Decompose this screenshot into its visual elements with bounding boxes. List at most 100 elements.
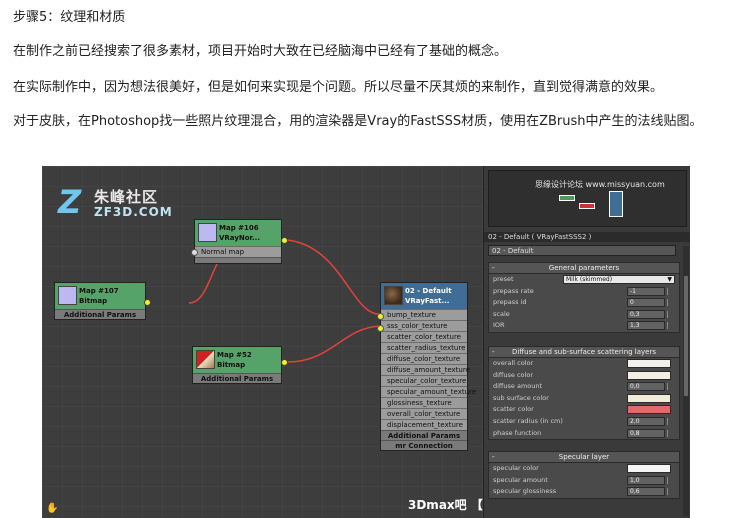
material-thumbnail bbox=[384, 286, 403, 305]
material-slot[interactable]: glossiness_texture bbox=[381, 397, 467, 408]
material-slot[interactable]: specular_color_texture bbox=[381, 375, 467, 386]
input-port-sss[interactable] bbox=[377, 325, 384, 332]
material-slot[interactable]: sss_color_texture bbox=[381, 320, 467, 331]
spinner-field[interactable]: 2,0 bbox=[627, 416, 665, 426]
specular-header[interactable]: - Specular layer bbox=[489, 452, 679, 463]
color-swatch[interactable] bbox=[627, 405, 671, 415]
spinner-field[interactable]: 0,8 bbox=[627, 428, 665, 438]
navigator-preview[interactable]: 思缘设计论坛 www.missyuan.com bbox=[488, 170, 687, 227]
material-slot[interactable]: specular_amount_texture bbox=[381, 386, 476, 397]
spinner-field[interactable]: 1,0 bbox=[627, 475, 665, 485]
preset-row: preset Milk (skimmed) ▼ bbox=[489, 274, 679, 286]
output-port[interactable] bbox=[281, 359, 288, 366]
bitmap-thumbnail bbox=[58, 286, 77, 305]
material-name-field[interactable]: 02 - Default bbox=[488, 245, 676, 256]
node-map106-subtitle: VRayNor... bbox=[219, 234, 260, 242]
chevron-down-icon: ▼ bbox=[667, 276, 672, 283]
spinner-field[interactable]: 1,3 bbox=[627, 321, 665, 331]
general-parameters-header[interactable]: - General parameters bbox=[489, 263, 679, 274]
param-label: diffuse color bbox=[493, 370, 533, 379]
param-row: overall color bbox=[489, 358, 679, 370]
param-label: scatter radius (in cm) bbox=[493, 416, 563, 425]
input-port[interactable] bbox=[191, 249, 198, 256]
spinner-field[interactable]: 0,6 bbox=[627, 487, 665, 497]
spinner-arrows[interactable] bbox=[667, 322, 672, 330]
param-label: scale bbox=[493, 309, 510, 318]
material-node-title: 02 - Default bbox=[405, 287, 452, 295]
material-slot[interactable]: bump_texture bbox=[381, 309, 467, 320]
step-title: 步骤5：纹理和材质 bbox=[13, 10, 126, 25]
node-map52-footer[interactable]: Additional Params bbox=[193, 373, 281, 383]
material-slot[interactable]: scatter_radius_texture bbox=[381, 342, 467, 353]
spinner-arrows[interactable] bbox=[667, 429, 672, 437]
param-row: scatter color bbox=[489, 404, 679, 416]
diffuse-sss-rollout: - Diffuse and sub-surface scattering laye… bbox=[488, 346, 680, 441]
spinner-field[interactable]: -1 bbox=[627, 286, 665, 296]
logo-mark: Z bbox=[58, 183, 82, 221]
spinner-arrows[interactable] bbox=[667, 310, 672, 318]
material-slot[interactable]: overall_color_texture bbox=[381, 408, 467, 419]
general-parameters-rollout: - General parameters preset Milk (skimmed… bbox=[488, 262, 680, 333]
preview-watermark: 思缘设计论坛 www.missyuan.com bbox=[535, 180, 665, 189]
node-map106-slot[interactable]: Normal map bbox=[195, 246, 281, 257]
specular-header-label: Specular layer bbox=[558, 453, 610, 461]
preview-node bbox=[559, 195, 575, 201]
logo-cn-text: 朱峰社区 bbox=[94, 188, 159, 206]
node-map107-footer[interactable]: Additional Params bbox=[55, 309, 145, 319]
material-slot[interactable]: scatter_color_texture bbox=[381, 331, 467, 342]
param-label: specular glossiness bbox=[493, 487, 557, 496]
material-slot[interactable]: displacement_texture bbox=[381, 419, 467, 430]
panel-scrollbar[interactable] bbox=[683, 246, 689, 516]
color-swatch[interactable] bbox=[627, 370, 671, 380]
spinner-arrows[interactable] bbox=[667, 417, 672, 425]
node-map107[interactable]: Map #107 Bitmap Additional Params bbox=[54, 282, 151, 320]
output-port[interactable] bbox=[281, 237, 288, 244]
hand-icon[interactable]: ✋ bbox=[46, 503, 58, 514]
spinner-field[interactable]: 0 bbox=[627, 298, 665, 308]
node-map106[interactable]: Map #106 VRayNor... Normal map bbox=[191, 219, 288, 264]
param-label: scatter color bbox=[493, 405, 534, 414]
param-label: phase function bbox=[493, 428, 542, 437]
max-screenshot: Z 朱峰社区 ZF3D.COM Map #107 Bitmap Addition… bbox=[42, 166, 690, 518]
param-row: diffuse amount 0,0 bbox=[489, 381, 679, 393]
material-additional-params[interactable]: Additional Params bbox=[381, 430, 467, 440]
param-row: prepass id 0 bbox=[489, 297, 679, 309]
logo-en-text: ZF3D.COM bbox=[94, 205, 173, 219]
param-label: diffuse amount bbox=[493, 382, 543, 391]
input-port-bump[interactable] bbox=[377, 313, 384, 320]
paragraph-3: 对于皮肤，在Photoshop找一些照片纹理混合，用的渲染器是Vray的Fast… bbox=[13, 114, 703, 129]
node-map107-title: Map #107 bbox=[79, 287, 119, 295]
param-label: prepass id bbox=[493, 298, 527, 307]
spinner-arrows[interactable] bbox=[667, 488, 672, 496]
scrollbar-thumb[interactable] bbox=[684, 276, 688, 396]
color-swatch[interactable] bbox=[627, 359, 671, 368]
param-row: specular amount 1,0 bbox=[489, 475, 679, 487]
node-map107-subtitle: Bitmap bbox=[79, 297, 108, 305]
wire-map106-to-bump bbox=[286, 239, 381, 315]
general-header-label: General parameters bbox=[548, 264, 620, 272]
param-label: specular color bbox=[493, 464, 539, 472]
wire-blend-to-sss bbox=[286, 325, 381, 363]
spinner-arrows[interactable] bbox=[667, 476, 672, 484]
preview-node bbox=[609, 191, 623, 217]
param-label: sub surface color bbox=[493, 393, 549, 402]
material-slot[interactable]: diffuse_amount_texture bbox=[381, 364, 470, 375]
diffuse-sss-header[interactable]: - Diffuse and sub-surface scattering laye… bbox=[489, 347, 679, 358]
preset-select[interactable]: Milk (skimmed) ▼ bbox=[563, 275, 675, 284]
param-label: overall color bbox=[493, 359, 534, 367]
param-row: prepass rate -1 bbox=[489, 286, 679, 298]
color-swatch[interactable] bbox=[627, 393, 671, 403]
spinner-field[interactable]: 0,3 bbox=[627, 309, 665, 319]
param-label: prepass rate bbox=[493, 286, 534, 295]
spinner-arrows[interactable] bbox=[667, 383, 672, 391]
color-swatch[interactable] bbox=[627, 464, 671, 473]
node-map52[interactable]: Map #52 Bitmap Additional Params bbox=[192, 346, 288, 384]
spinner-field[interactable]: 0,0 bbox=[627, 382, 665, 392]
output-port[interactable] bbox=[144, 299, 151, 306]
spinner-arrows[interactable] bbox=[667, 287, 672, 295]
slate-material-editor-view[interactable]: Z 朱峰社区 ZF3D.COM Map #107 Bitmap Addition… bbox=[42, 166, 682, 518]
material-mr-connection[interactable]: mr Connection bbox=[381, 440, 467, 450]
spinner-arrows[interactable] bbox=[667, 299, 672, 307]
material-slot[interactable]: diffuse_color_texture bbox=[381, 353, 467, 364]
node-vray-fastsss-material[interactable]: 02 - Default VRayFast... bump_texture ss… bbox=[377, 282, 476, 451]
